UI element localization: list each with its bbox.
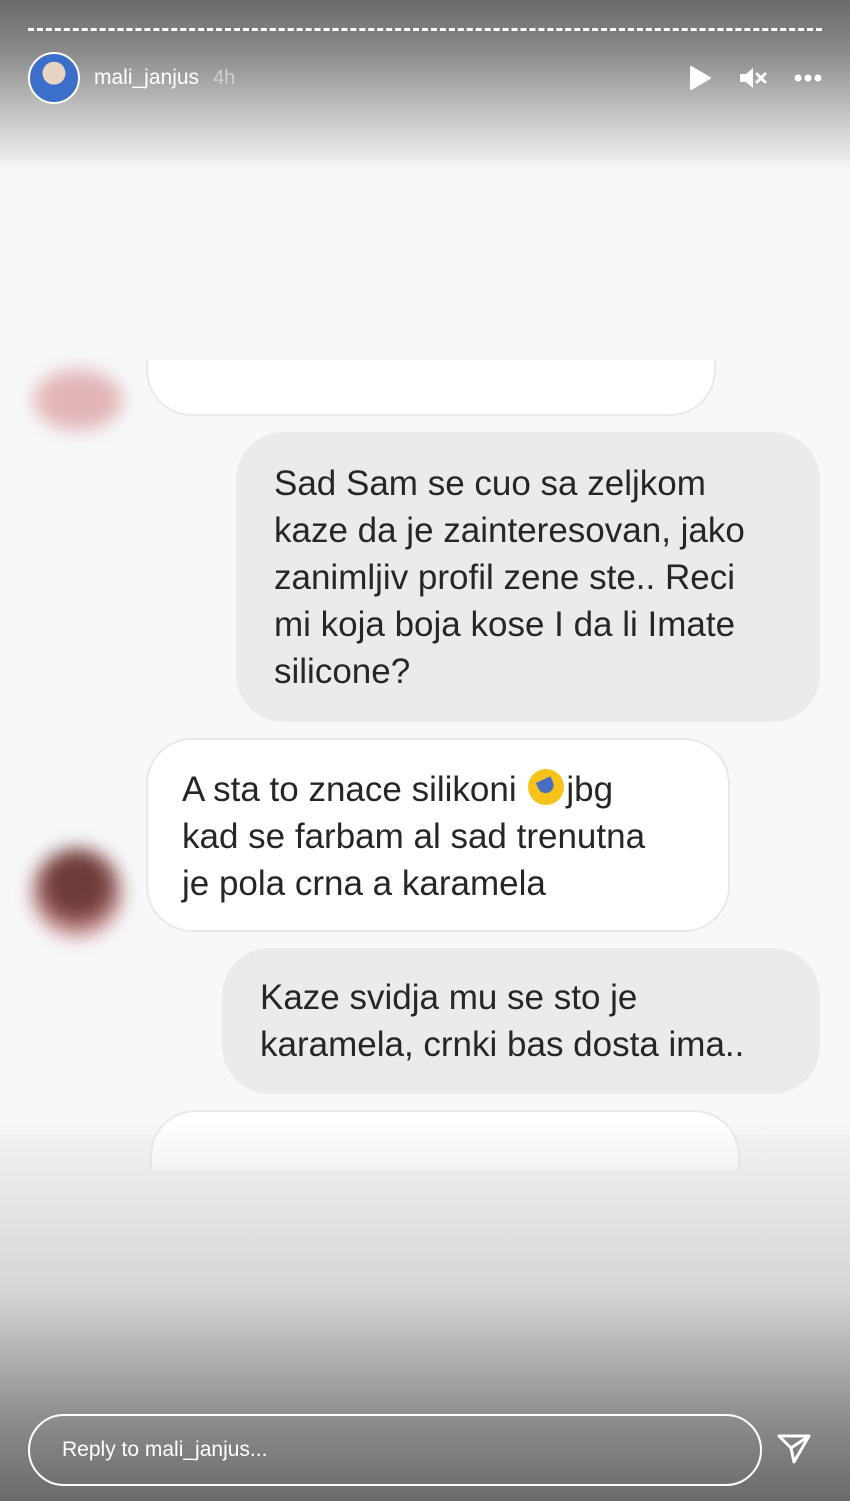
more-icon[interactable] — [794, 74, 822, 82]
story-progress-bar — [28, 28, 822, 34]
message-text: A sta to znace silikoni — [182, 770, 517, 809]
message-bubble-outgoing: Sad Sam se cuo sa zeljkom kaze da je zai… — [236, 432, 820, 722]
message-line: Sad Sam se cuo sa zeljkom — [274, 464, 706, 503]
story-content: Sad Sam se cuo sa zeljkom kaze da je zai… — [0, 160, 850, 1170]
message-bubble-outgoing: Kaze svidja mu se sto je karamela, crnki… — [222, 948, 820, 1094]
laughing-emoji-icon — [528, 769, 565, 805]
message-line: kad se farbam al sad trenutna — [182, 817, 646, 856]
message-line: Kaze svidja mu se sto je — [260, 978, 638, 1017]
send-icon[interactable] — [776, 1431, 812, 1472]
profile-avatar[interactable] — [28, 52, 80, 104]
message-line: kaze da je zainteresovan, jako — [274, 511, 745, 550]
message-bubble-incoming: A sta to znace silikoni jbg kad se farba… — [146, 738, 730, 932]
blurred-avatar — [32, 848, 122, 938]
username[interactable]: mali_janjus — [94, 66, 199, 90]
mute-icon[interactable] — [738, 65, 768, 91]
story-header: mali_janjus 4h — [28, 52, 822, 104]
play-icon[interactable] — [686, 65, 712, 91]
message-bubble-partial-top — [146, 360, 716, 416]
reply-placeholder: Reply to mali_janjus... — [62, 1438, 268, 1461]
post-time: 4h — [213, 66, 236, 89]
message-line: A sta to znace silikoni jbg — [182, 766, 708, 813]
message-line: silicone? — [274, 652, 411, 691]
message-line: zanimljiv profil zene ste.. Reci — [274, 558, 735, 597]
header-controls — [686, 65, 822, 91]
message-line: karamela, crnki bas dosta ima.. — [260, 1025, 745, 1064]
blurred-avatar — [34, 370, 122, 430]
message-line: mi koja boja kose I da li Imate — [274, 605, 736, 644]
message-text: jbg — [566, 770, 614, 809]
reply-input[interactable]: Reply to mali_janjus... — [28, 1414, 762, 1486]
message-line: je pola crna a karamela — [182, 864, 546, 903]
